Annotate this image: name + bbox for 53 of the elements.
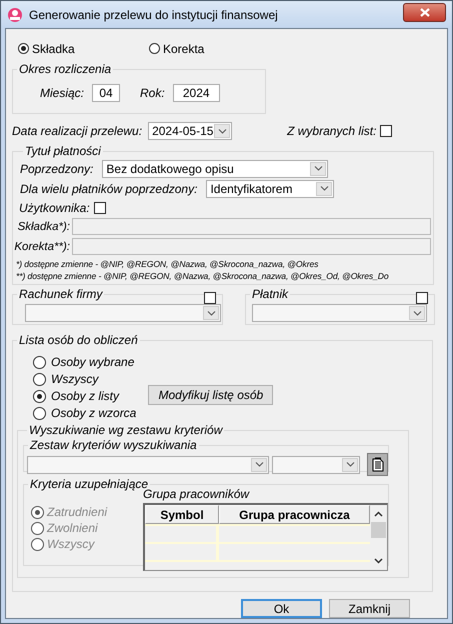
ok-button[interactable]: Ok — [241, 599, 322, 618]
checkbox[interactable] — [416, 292, 428, 304]
group-title: Okres rozliczenia — [18, 62, 112, 76]
chevron-icon — [203, 306, 219, 320]
field-label: Składka*): — [16, 220, 70, 232]
document-icon — [372, 457, 384, 472]
close-button[interactable] — [403, 3, 446, 22]
field-label: Dla wielu płatników poprzedzony: — [19, 182, 198, 196]
scroll-up-icon — [374, 511, 383, 517]
group-title: Rachunek firmy — [18, 287, 104, 301]
radio-option[interactable]: Osoby z wzorca — [33, 406, 136, 420]
modify-list-button[interactable]: Modyfikuj listę osób — [148, 385, 274, 405]
scroll-down-icon — [374, 558, 383, 564]
dropdown[interactable] — [27, 456, 269, 474]
radio-option[interactable]: Wszyscy — [33, 372, 136, 386]
close-dialog-button[interactable]: Zamknij — [329, 599, 410, 618]
radio-option[interactable]: Osoby wybrane — [33, 355, 136, 369]
document-button[interactable] — [367, 453, 388, 476]
chevron-icon — [316, 182, 332, 196]
chevron-icon — [310, 162, 326, 176]
dropdown[interactable] — [272, 456, 360, 474]
dropdown[interactable]: Identyfikatorem — [206, 180, 334, 198]
group-title: Tytuł płatności — [24, 144, 102, 158]
group-title: Wyszukiwanie wg zestawu kryteriów — [28, 423, 224, 437]
dropdown[interactable]: Bez dodatkowego opisu — [102, 160, 328, 178]
note-text: *) dostępne zmienne - @NIP, @REGON, @Nazwa, @Skrocona_nazwa, @Okres — [16, 259, 320, 269]
close-icon — [420, 8, 430, 17]
chevron-icon — [342, 458, 358, 472]
radio-option[interactable]: Składka — [18, 41, 149, 56]
checkbox[interactable] — [94, 202, 106, 214]
field-label: Korekta**): — [13, 240, 70, 252]
radio-option[interactable]: Korekta — [149, 41, 204, 56]
checkbox[interactable] — [204, 292, 216, 304]
chevron-icon — [409, 306, 425, 320]
field-label: Data realizacji przelewu: — [12, 124, 142, 138]
field-label: Miesiąc: — [40, 86, 84, 100]
field-label: Z wybranych list: — [287, 124, 376, 138]
field-label: Poprzedzony: — [19, 162, 94, 176]
group-title: Zestaw kryteriów wyszukiwania — [28, 438, 198, 452]
checkbox[interactable] — [380, 125, 392, 137]
year-field[interactable]: 2024 — [172, 84, 220, 102]
note-text: **) dostępne zmienne - @NIP, @REGON, @Nazwa, @Skrocona_nazwa, @Okres_Od, @Okres_Do — [16, 271, 390, 281]
date-dropdown[interactable]: 2024-05-15 — [148, 122, 232, 140]
field-label: Użytkownika: — [19, 201, 90, 215]
field-label: Rok: — [140, 86, 165, 100]
group-title: Lista osób do obliczeń — [18, 333, 139, 347]
window-title: Generowanie przelewu do instytucji finansowej — [29, 8, 279, 22]
app-icon — [7, 6, 23, 22]
chevron-icon — [251, 458, 267, 472]
radio-option[interactable]: Osoby z listy — [33, 389, 136, 403]
group-title: Płatnik — [251, 287, 290, 301]
chevron-icon — [214, 124, 230, 138]
month-field[interactable]: 04 — [92, 84, 120, 102]
